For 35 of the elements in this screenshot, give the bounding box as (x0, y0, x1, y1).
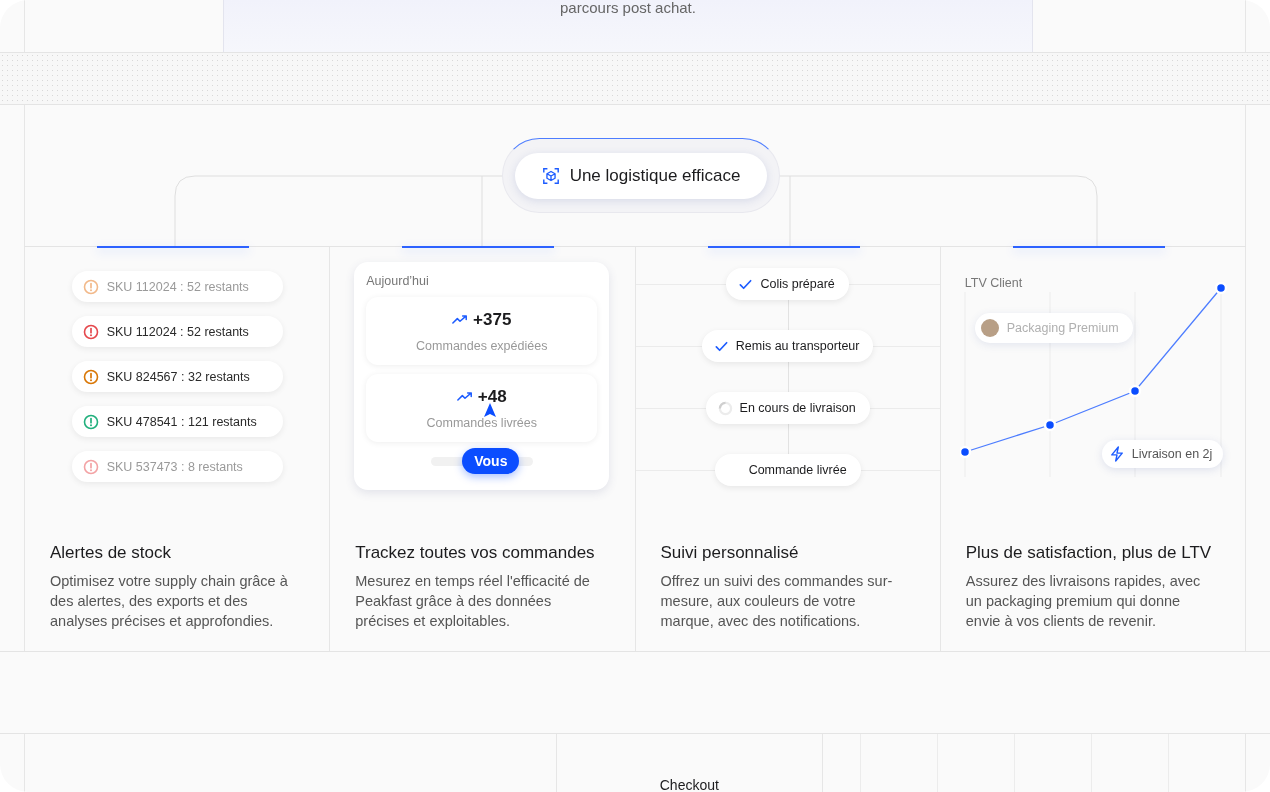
feature-title: Alertes de stock (50, 543, 172, 563)
alert-text: SKU 537473 : 8 restants (106, 459, 243, 474)
spinner-icon (717, 400, 733, 416)
trend-up-icon (452, 314, 469, 325)
alert-text: SKU 112024 : 52 restants (106, 324, 249, 339)
intro-text: parcours post achat. (560, 0, 696, 15)
status-step: Commande livrée (714, 454, 861, 486)
trend-up-icon (456, 391, 473, 402)
section-label: Checkout (659, 778, 719, 792)
stat-value: +375 (473, 309, 512, 330)
alert-text: SKU 112024 : 52 restants (106, 279, 249, 294)
blurred-badge: Packaging Premium (974, 313, 1133, 343)
stat-label: Commandes expédiées (416, 338, 548, 353)
feature-title: Plus de satisfaction, plus de LTV (965, 543, 1213, 563)
hub-label: Une logistique efficace (569, 165, 741, 186)
feature-description: Assurez des livraisons rapides, avec un packaging premium qui donne envie à vos clients de revenir. (965, 572, 1202, 631)
status-step: Remis au transporteur (701, 330, 874, 362)
feature-title: Suivi personnalisé (660, 543, 800, 563)
status-step: En cours de livraison (705, 392, 870, 424)
alert-text: SKU 824567 : 32 restants (106, 369, 250, 384)
lightning-icon (1109, 446, 1124, 462)
stat-value: +48 (477, 386, 507, 407)
alert-text: SKU 478541 : 121 restants (106, 414, 257, 429)
cursor-icon (482, 402, 497, 418)
delivery-badge: Livraison en 2j (1101, 440, 1224, 468)
feature-description: Mesurez en temps réel l'efficacité de Peakfast grâce à des données précises et exploitables. (355, 572, 591, 631)
feature-description: Optimisez votre supply chain grâce à des alertes, des exports et des analyses précises et approfondies. (50, 572, 289, 631)
stat-label: Commandes livrées (426, 415, 537, 430)
status-step: Colis préparé (726, 268, 849, 300)
chart-caption: LTV Client (964, 276, 1023, 290)
card-caption: Aujourd’hui (366, 274, 430, 288)
cube-icon (541, 166, 560, 185)
feature-description: Offrez un suivi des commandes sur-mesure, aux couleurs de votre marque, avec des notifications. (660, 572, 894, 631)
user-cursor-label: Vous (462, 448, 520, 474)
feature-title: Trackez toutes vos commandes (355, 543, 596, 563)
